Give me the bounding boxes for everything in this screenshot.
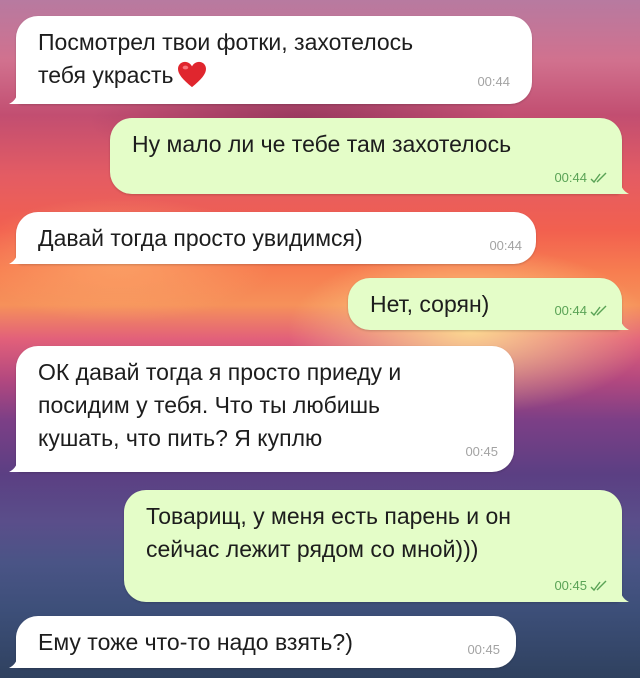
- message-text: Посмотрел твои фотки, захотелось тебя ук…: [38, 29, 414, 88]
- message-incoming[interactable]: ОК давай тогда я просто приеду и посидим…: [9, 346, 514, 472]
- bubble-tail: [615, 314, 629, 330]
- chat-view[interactable]: Посмотрел твои фотки, захотелось тебя ук…: [0, 0, 640, 678]
- message-time: 00:44: [489, 238, 522, 253]
- message-text: Товарищ, у меня есть парень и он сейчас …: [146, 503, 512, 562]
- message-incoming[interactable]: Давай тогда просто увидимся) 00:44: [9, 212, 536, 264]
- message-time: 00:44: [477, 74, 510, 89]
- bubble-tail: [615, 178, 629, 194]
- double-check-icon: [590, 172, 607, 184]
- bubble-tail: [9, 456, 23, 472]
- double-check-icon: [590, 580, 607, 592]
- bubble-tail: [9, 88, 23, 104]
- bubble-tail: [615, 586, 629, 602]
- message-time: 00:45: [467, 642, 500, 657]
- message-incoming[interactable]: Посмотрел твои фотки, захотелось тебя ук…: [9, 16, 532, 104]
- message-text: Ему тоже что-то надо взять?): [38, 629, 353, 655]
- bubble-tail: [9, 248, 23, 264]
- message-incoming[interactable]: Ему тоже что-то надо взять?) 00:45: [9, 616, 516, 668]
- message-time: 00:44: [554, 303, 608, 319]
- message-outgoing[interactable]: Ну мало ли че тебе там захотелось 00:44: [110, 118, 629, 194]
- message-text: ОК давай тогда я просто приеду и посидим…: [38, 359, 402, 451]
- message-outgoing[interactable]: Нет, сорян) 00:44: [348, 278, 629, 330]
- message-text: Ну мало ли че тебе там захотелось: [132, 131, 512, 157]
- message-time: 00:44: [554, 170, 608, 186]
- message-time: 00:45: [465, 444, 498, 459]
- red-heart-emoji-icon: [178, 61, 207, 88]
- message-text: Давай тогда просто увидимся): [38, 225, 363, 251]
- message-time: 00:45: [554, 578, 608, 594]
- double-check-icon: [590, 305, 607, 317]
- bubble-tail: [9, 652, 23, 668]
- message-outgoing[interactable]: Товарищ, у меня есть парень и он сейчас …: [124, 490, 629, 602]
